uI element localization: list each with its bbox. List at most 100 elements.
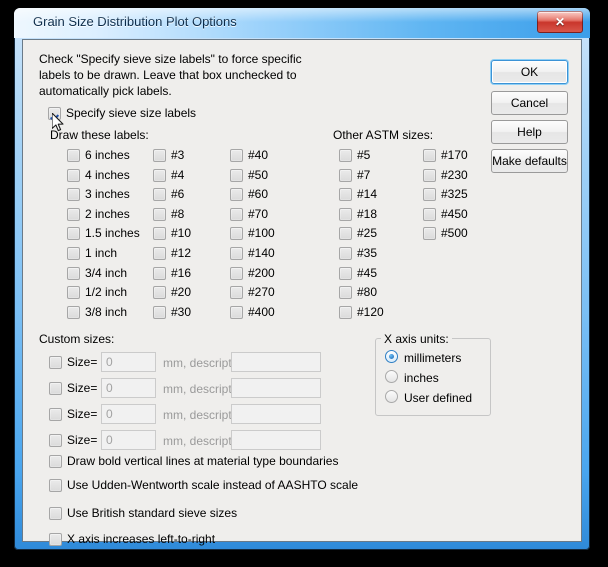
checkbox-box[interactable] [67, 207, 80, 221]
checkbox-label: #70 [248, 206, 269, 221]
checkbox-box[interactable] [230, 207, 243, 221]
custom-size-description-input[interactable] [231, 404, 321, 424]
radio-x-axis-millimeters[interactable] [385, 350, 398, 363]
checkbox-box[interactable] [67, 305, 80, 319]
checkbox-label: #500 [441, 226, 468, 241]
button-cancel[interactable]: Cancel [491, 91, 568, 115]
checkbox-label: #8 [171, 206, 185, 221]
checkbox-box[interactable] [339, 207, 352, 221]
radio-x-axis-user-defined[interactable] [385, 390, 398, 403]
checkbox-box[interactable] [230, 247, 243, 260]
checkbox-box[interactable] [153, 168, 166, 182]
checkbox-box[interactable] [423, 149, 436, 162]
checkbox-box[interactable] [339, 149, 352, 162]
checkbox-label: 6 inches [85, 148, 130, 162]
checkbox-label: #170 [441, 148, 468, 162]
checkbox-label: #40 [248, 148, 269, 162]
checkbox-label: 1/2 inch [85, 285, 128, 300]
checkbox-box[interactable] [49, 382, 62, 395]
checkbox-label: #100 [248, 226, 275, 241]
custom-size-value-input[interactable]: 0 [101, 378, 156, 398]
checkbox-label: #18 [357, 206, 378, 221]
checkbox-box[interactable] [230, 227, 243, 241]
checkbox-box[interactable] [339, 188, 352, 202]
checkbox-box[interactable] [230, 266, 243, 280]
custom-size-value-input[interactable]: 0 [101, 352, 156, 372]
button-make-defaults[interactable]: Make defaults [491, 149, 568, 173]
checkbox-box[interactable] [153, 266, 166, 280]
radio-x-axis-inches[interactable] [385, 370, 398, 383]
x-axis-units-title: X axis units: [381, 332, 452, 346]
checkbox-label: Size= [67, 407, 98, 421]
checkbox-box[interactable] [339, 247, 352, 260]
heading-other-astm-sizes: Other ASTM sizes: [333, 128, 434, 142]
checkbox-box[interactable] [49, 434, 62, 447]
checkbox-box[interactable] [339, 168, 352, 182]
checkbox-label: #7 [357, 167, 371, 182]
button-ok[interactable]: OK [491, 60, 568, 84]
custom-size-description-input[interactable] [231, 378, 321, 398]
checkbox-box[interactable] [230, 168, 243, 182]
checkbox-box[interactable] [49, 455, 62, 468]
checkbox-box[interactable] [423, 188, 436, 202]
close-button[interactable]: ✕ [537, 11, 583, 33]
checkbox-box[interactable] [67, 247, 80, 260]
button-help[interactable]: Help [491, 120, 568, 144]
checkbox-label: 4 inches [85, 167, 130, 182]
checkbox-label: 1 inch [85, 246, 118, 260]
checkbox-box[interactable] [339, 227, 352, 241]
checkbox-box[interactable] [67, 227, 80, 241]
checkbox-label: #16 [171, 265, 192, 280]
checkbox-box[interactable] [339, 286, 352, 300]
checkbox-box[interactable] [67, 188, 80, 202]
checkbox-box[interactable] [423, 168, 436, 182]
checkbox-box[interactable] [230, 305, 243, 319]
checkbox-label: #400 [248, 304, 275, 319]
checkbox-label: Size= [67, 381, 98, 395]
checkbox-label: 3 inches [85, 187, 130, 202]
checkbox-label: #50 [248, 167, 269, 182]
checkbox-box[interactable] [49, 356, 62, 369]
checkbox-box[interactable] [67, 286, 80, 300]
checkbox-box[interactable] [153, 188, 166, 202]
checkbox-box[interactable] [49, 533, 62, 546]
custom-size-description-input[interactable] [231, 352, 321, 372]
checkbox-box[interactable] [153, 247, 166, 260]
radio-label: User defined [404, 391, 473, 405]
custom-size-description-input[interactable] [231, 430, 321, 450]
checkbox-box[interactable] [339, 266, 352, 280]
checkbox-box[interactable] [153, 149, 166, 162]
checkbox-box[interactable] [423, 207, 436, 221]
checkbox-label: #230 [441, 167, 468, 182]
checkbox-box[interactable] [230, 286, 243, 300]
heading-custom-sizes: Custom sizes: [39, 332, 115, 346]
dialog-window: Grain Size Distribution Plot Options ✕ C… [14, 8, 590, 550]
checkbox-box[interactable] [153, 207, 166, 221]
checkbox-box[interactable] [49, 408, 62, 421]
checkbox-box[interactable] [153, 286, 166, 300]
checkbox-box[interactable] [48, 107, 61, 120]
checkbox-label: #120 [357, 304, 384, 319]
checkbox-box[interactable] [153, 227, 166, 241]
title-bar[interactable]: Grain Size Distribution Plot Options ✕ [14, 8, 590, 38]
checkbox-box[interactable] [49, 479, 62, 492]
checkbox-box[interactable] [67, 266, 80, 280]
checkbox-box[interactable] [423, 227, 436, 241]
checkbox-box[interactable] [230, 149, 243, 162]
checkbox-label: #35 [357, 246, 378, 260]
checkbox-box[interactable] [49, 507, 62, 520]
custom-size-value-input[interactable]: 0 [101, 404, 156, 424]
checkbox-box[interactable] [339, 305, 352, 319]
checkbox-box[interactable] [230, 188, 243, 202]
checkbox-label: 2 inches [85, 206, 130, 221]
radio-label: inches [404, 371, 439, 385]
checkbox-label: #4 [171, 167, 185, 182]
checkbox-label: #140 [248, 246, 275, 260]
checkbox-label: #25 [357, 226, 378, 241]
checkbox-box[interactable] [67, 149, 80, 162]
custom-size-value-input[interactable]: 0 [101, 430, 156, 450]
checkbox-box[interactable] [67, 168, 80, 182]
checkbox-label: #14 [357, 187, 378, 202]
checkbox-box[interactable] [153, 305, 166, 319]
checkbox-label: #30 [171, 304, 192, 319]
